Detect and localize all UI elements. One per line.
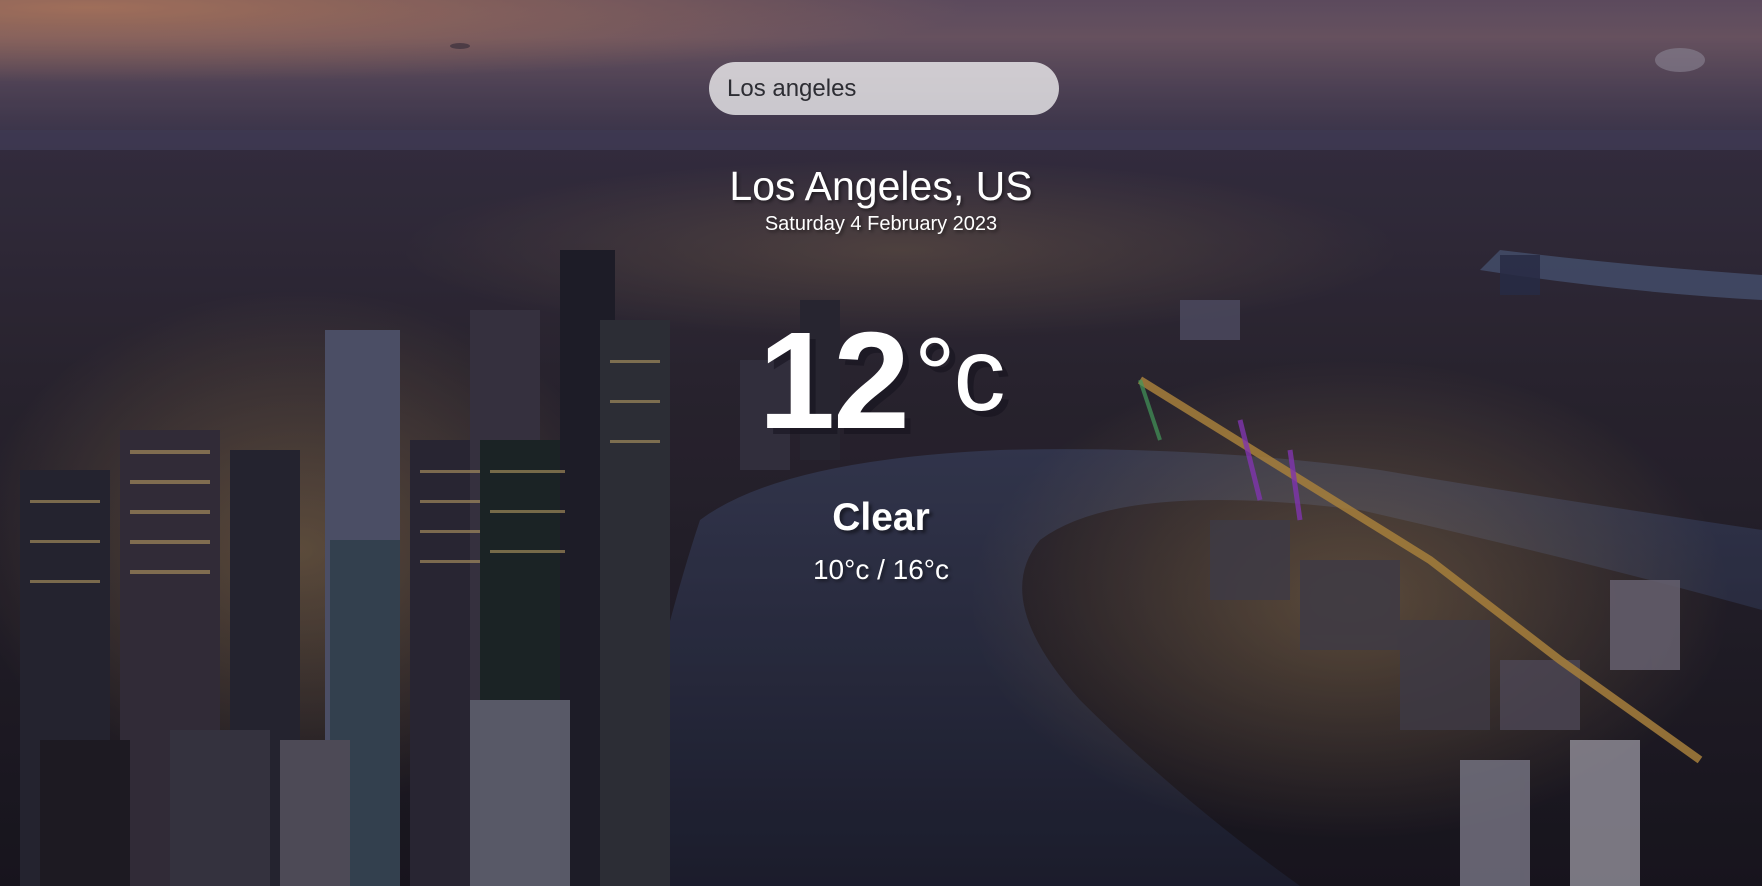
weather-box: 12°c Clear 10°c / 16°c [0,300,1762,586]
weather-condition: Clear [832,496,930,539]
city-name: Los Angeles, US [729,163,1033,209]
temperature-unit: °c [913,317,1006,433]
location-box: Los Angeles, US Saturday 4 February 2023 [0,162,1762,236]
current-date: Saturday 4 February 2023 [764,213,998,235]
temperature-value: 12 [758,304,909,458]
temperature-range: 10°c / 16°c [812,554,950,585]
temperature: 12°c [758,300,1006,458]
weather-app: Los Angeles, US Saturday 4 February 2023… [0,0,1762,886]
search-input[interactable] [709,62,1059,115]
search-bar [709,62,1059,115]
